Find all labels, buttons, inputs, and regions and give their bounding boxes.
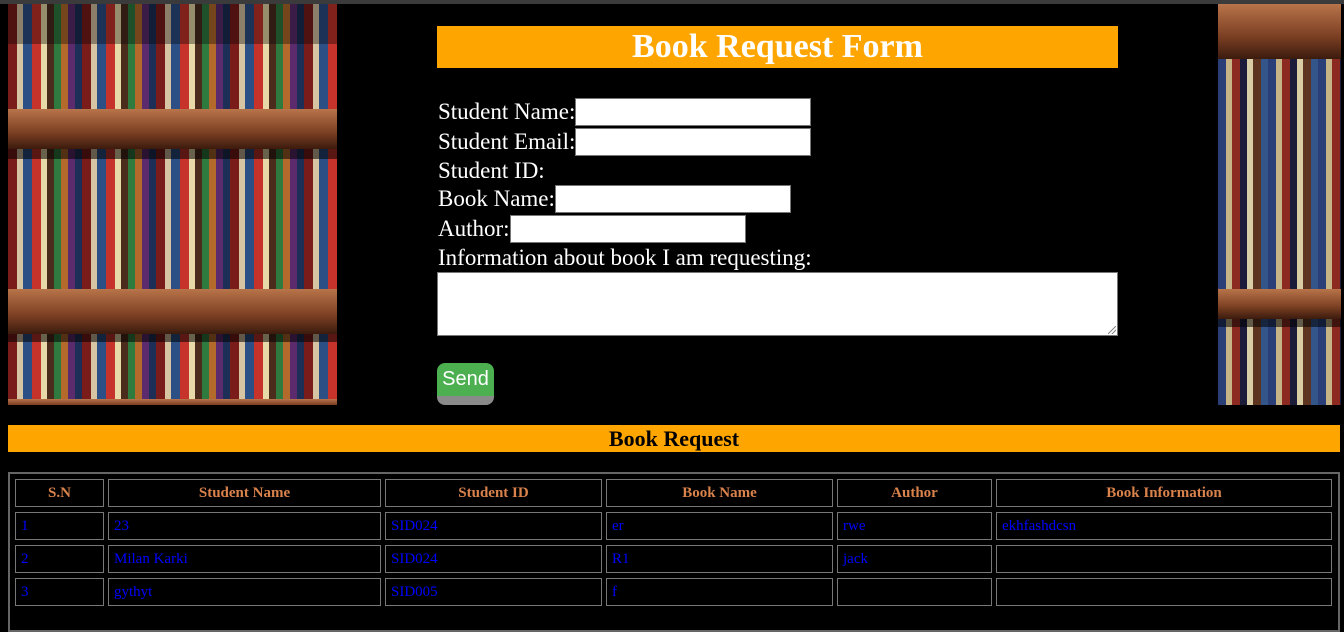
resize-handle-icon[interactable] bbox=[1108, 326, 1116, 334]
cell-book-information bbox=[996, 578, 1332, 606]
author-input[interactable] bbox=[509, 215, 746, 243]
cell-book-name: R1 bbox=[606, 545, 833, 573]
book-name-row: Book Name: bbox=[438, 185, 791, 213]
header-sn: S.N bbox=[15, 479, 104, 507]
student-name-input[interactable] bbox=[575, 98, 812, 126]
header-author: Author bbox=[837, 479, 992, 507]
student-email-label: Student Email: bbox=[438, 129, 576, 154]
book-name-input[interactable] bbox=[554, 185, 791, 213]
book-request-heading: Book Request bbox=[8, 425, 1340, 452]
header-student-id: Student ID bbox=[385, 479, 602, 507]
cell-student-id: SID024 bbox=[385, 545, 602, 573]
info-row: Information about book I am requesting: bbox=[438, 244, 812, 272]
cell-author: rwe bbox=[837, 512, 992, 540]
student-name-label: Student Name: bbox=[438, 99, 576, 124]
cell-student-name: Milan Karki bbox=[108, 545, 381, 573]
cell-book-information: ekhfashdcsn bbox=[996, 512, 1332, 540]
author-label: Author: bbox=[438, 216, 510, 241]
cell-book-information bbox=[996, 545, 1332, 573]
author-row: Author: bbox=[438, 215, 746, 243]
bookshelf-image-left bbox=[8, 4, 337, 405]
header-book-name: Book Name bbox=[606, 479, 833, 507]
book-request-table-container: S.N Student Name Student ID Book Name Au… bbox=[8, 472, 1340, 632]
bookshelf-image-right bbox=[1218, 4, 1341, 405]
student-name-row: Student Name: bbox=[438, 98, 812, 126]
cell-student-name: 23 bbox=[108, 512, 381, 540]
cell-student-name: gythyt bbox=[108, 578, 381, 606]
cell-student-id: SID005 bbox=[385, 578, 602, 606]
cell-sn: 3 bbox=[15, 578, 104, 606]
send-button-shadow bbox=[437, 396, 494, 405]
send-button[interactable]: Send bbox=[437, 363, 494, 405]
cell-author: jack bbox=[837, 545, 992, 573]
book-info-textarea[interactable] bbox=[437, 272, 1118, 336]
student-id-row: Student ID: bbox=[438, 157, 545, 185]
cell-student-id: SID024 bbox=[385, 512, 602, 540]
header-book-information: Book Information bbox=[996, 479, 1332, 507]
cell-book-name: er bbox=[606, 512, 833, 540]
send-button-label: Send bbox=[437, 363, 494, 396]
cell-sn: 1 bbox=[15, 512, 104, 540]
table-row: 2 Milan Karki SID024 R1 jack bbox=[15, 545, 1332, 573]
cell-sn: 2 bbox=[15, 545, 104, 573]
info-label: Information about book I am requesting: bbox=[438, 245, 812, 270]
book-name-label: Book Name: bbox=[438, 186, 555, 211]
form-title: Book Request Form bbox=[437, 26, 1118, 68]
cell-author bbox=[837, 578, 992, 606]
table-header-row: S.N Student Name Student ID Book Name Au… bbox=[15, 479, 1332, 507]
student-email-input[interactable] bbox=[575, 128, 812, 156]
table-row: 1 23 SID024 er rwe ekhfashdcsn bbox=[15, 512, 1332, 540]
student-id-label: Student ID: bbox=[438, 158, 545, 183]
header-student-name: Student Name bbox=[108, 479, 381, 507]
cell-book-name: f bbox=[606, 578, 833, 606]
student-email-row: Student Email: bbox=[438, 128, 812, 156]
book-request-table: S.N Student Name Student ID Book Name Au… bbox=[11, 474, 1336, 611]
table-row: 3 gythyt SID005 f bbox=[15, 578, 1332, 606]
